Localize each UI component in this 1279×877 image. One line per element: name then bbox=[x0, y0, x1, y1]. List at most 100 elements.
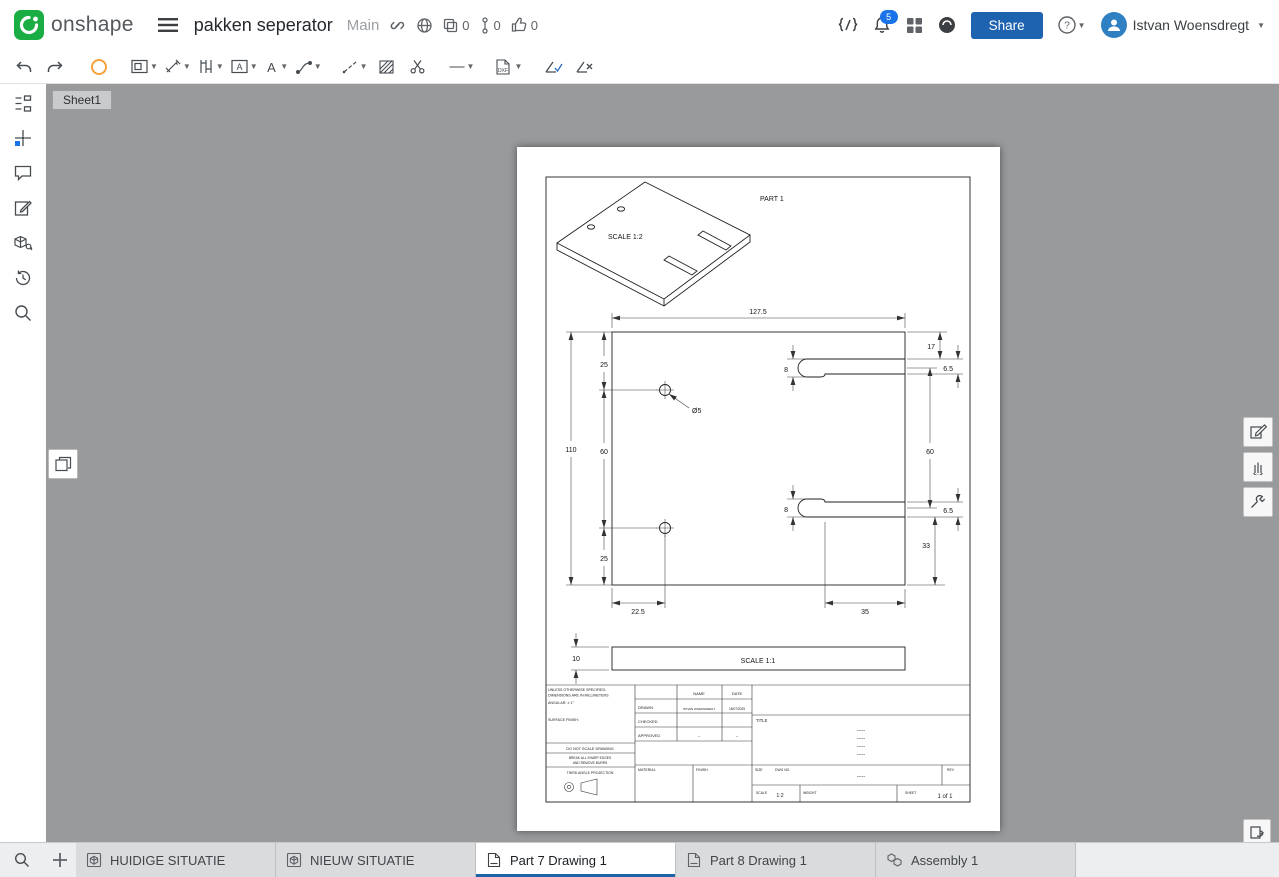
edit-sheet-button[interactable] bbox=[1243, 417, 1273, 447]
featurescript-icon[interactable] bbox=[838, 17, 858, 33]
versions-count: 0 bbox=[493, 17, 501, 33]
explore-button[interactable] bbox=[8, 300, 38, 326]
front-view[interactable] bbox=[611, 331, 906, 586]
ordinate-caret-icon: ▼ bbox=[215, 62, 224, 71]
leader-caret-icon: ▼ bbox=[313, 62, 322, 71]
tb-weight-label: WEIGHT bbox=[803, 791, 817, 795]
workspace-branch[interactable]: Main bbox=[347, 17, 380, 34]
tb-break2: AND REMOVE BURRS bbox=[573, 761, 608, 765]
tab-huidige-situatie[interactable]: HUIDIGE SITUATIE bbox=[76, 843, 276, 877]
drawing-canvas[interactable]: Sheet1 SCALE 1:2 PART 1 SCALE 1:1 127.5 … bbox=[46, 84, 1279, 842]
tab-assembly-1[interactable]: Assembly 1 bbox=[876, 843, 1076, 877]
top-bar: onshape pakken seperator Main 0 0 0 5 Sh… bbox=[0, 0, 1279, 50]
text-caret-icon: ▼ bbox=[280, 62, 289, 71]
tb-approved-label: APPROVED bbox=[638, 733, 660, 738]
extension-lines bbox=[566, 313, 963, 671]
copies-count: 0 bbox=[462, 17, 470, 33]
tb-scale-value: 1:2 bbox=[776, 793, 783, 799]
dim-slot-depth: 35 bbox=[861, 609, 869, 616]
dxf-caret-icon: ▼ bbox=[514, 62, 523, 71]
svg-text:A: A bbox=[267, 60, 276, 74]
tab-nieuw-situatie[interactable]: NIEUW SITUATIE bbox=[276, 843, 476, 877]
line-style-button[interactable]: — ▼ bbox=[448, 54, 477, 80]
onshape-logo-icon bbox=[14, 10, 44, 40]
insert-view-button[interactable]: ▼ bbox=[129, 54, 160, 80]
search-icon bbox=[14, 852, 29, 867]
dim-bottom-offset: 25 bbox=[600, 556, 608, 563]
plus-icon bbox=[53, 853, 67, 867]
likes-count: 0 bbox=[530, 17, 538, 33]
sheets-panel-button[interactable] bbox=[48, 449, 78, 479]
markup-button[interactable] bbox=[8, 195, 38, 221]
dxf-label: DXF bbox=[498, 68, 508, 74]
feature-list-button[interactable] bbox=[8, 90, 38, 116]
drawing-sheet[interactable]: SCALE 1:2 PART 1 SCALE 1:1 127.5 110 25 … bbox=[517, 147, 1000, 831]
dimension-labels[interactable]: 127.5 110 25 60 25 60 17 6.5 8 6.5 8 33 … bbox=[565, 309, 953, 663]
dimension-button[interactable]: ▼ bbox=[163, 54, 193, 80]
dim-hook-width-top: 8 bbox=[784, 367, 788, 374]
part-label[interactable]: PART 1 bbox=[760, 196, 784, 203]
configure-button[interactable] bbox=[1243, 487, 1273, 517]
sheet-navigator-button[interactable] bbox=[1243, 819, 1271, 842]
add-dimension-button[interactable] bbox=[8, 125, 38, 151]
user-menu-button[interactable]: Istvan Woensdregt ▼ bbox=[1100, 12, 1265, 38]
note-button[interactable]: A ▼ bbox=[229, 54, 260, 80]
help-menu-button[interactable]: ? ▼ bbox=[1057, 16, 1086, 34]
iso-scale-label[interactable]: SCALE 1:2 bbox=[608, 234, 643, 241]
history-button[interactable] bbox=[8, 265, 38, 291]
right-panel-buttons bbox=[1243, 417, 1273, 517]
share-button[interactable]: Share bbox=[970, 11, 1043, 39]
clear-measure-button[interactable] bbox=[571, 54, 599, 80]
tab-part-7-drawing-1[interactable]: Part 7 Drawing 1 bbox=[476, 843, 676, 877]
versions-counter[interactable]: 0 bbox=[480, 16, 501, 34]
tb-name-header: NAME bbox=[693, 691, 705, 696]
ordinate-dimension-button[interactable]: ▼ bbox=[196, 54, 226, 80]
tb-note3: ANGULAR: ± 1° bbox=[548, 701, 574, 705]
svg-text:A: A bbox=[236, 62, 242, 72]
export-dxf-button[interactable]: DXF ▼ bbox=[492, 54, 524, 80]
likes-counter[interactable]: 0 bbox=[511, 17, 538, 33]
drawing-toolbar: ▼ ▼ ▼ A ▼ A ▼ ▼ ▼ — ▼ DXF ▼ bbox=[0, 50, 1279, 84]
app-store-icon[interactable] bbox=[906, 17, 923, 34]
document-menu-icon[interactable] bbox=[157, 17, 178, 33]
dim-thickness: 10 bbox=[572, 656, 580, 663]
isometric-view[interactable]: SCALE 1:2 bbox=[556, 181, 751, 307]
tb-size-label: SIZE bbox=[755, 768, 763, 772]
onshape-logo[interactable]: onshape bbox=[14, 10, 134, 40]
centerline-button[interactable]: ▼ bbox=[340, 54, 370, 80]
add-tab-button[interactable] bbox=[44, 843, 76, 877]
tab-part-8-drawing-1[interactable]: Part 8 Drawing 1 bbox=[676, 843, 876, 877]
dimension-caret-icon: ▼ bbox=[182, 62, 191, 71]
tb-scale-label: SCALE bbox=[756, 791, 768, 795]
hatch-button[interactable] bbox=[373, 54, 401, 80]
parts-properties-button[interactable] bbox=[8, 230, 38, 256]
touch-mode-button[interactable] bbox=[1243, 452, 1273, 482]
learning-center-icon[interactable] bbox=[938, 16, 956, 34]
leader-button[interactable]: ▼ bbox=[294, 54, 324, 80]
tab-search-button[interactable] bbox=[0, 843, 44, 877]
document-title[interactable]: pakken seperator bbox=[194, 15, 333, 36]
update-ring-icon bbox=[91, 58, 107, 75]
measure-button[interactable] bbox=[540, 54, 568, 80]
side-view[interactable]: SCALE 1:1 bbox=[611, 646, 906, 671]
drawing-sheet-svg[interactable]: SCALE 1:2 PART 1 SCALE 1:1 127.5 110 25 … bbox=[517, 147, 1000, 831]
user-caret-icon: ▼ bbox=[1257, 20, 1265, 30]
notifications-button[interactable]: 5 bbox=[873, 10, 898, 34]
thumbs-up-icon bbox=[511, 17, 527, 32]
undo-button[interactable] bbox=[10, 54, 38, 80]
tb-projection: THIRD ANGLE PROJECTION bbox=[567, 771, 614, 775]
update-views-button[interactable] bbox=[85, 54, 113, 80]
text-button[interactable]: A ▼ bbox=[263, 54, 291, 80]
tb-dwg-value: ----- bbox=[857, 774, 866, 780]
user-avatar bbox=[1100, 12, 1127, 38]
front-scale-label[interactable]: SCALE 1:1 bbox=[741, 658, 776, 665]
copies-counter[interactable]: 0 bbox=[443, 17, 470, 33]
workspace: Sheet1 SCALE 1:2 PART 1 SCALE 1:1 127.5 … bbox=[0, 84, 1279, 842]
sheet-tab[interactable]: Sheet1 bbox=[52, 90, 113, 110]
redo-button[interactable] bbox=[41, 54, 69, 80]
public-globe-icon[interactable] bbox=[416, 17, 433, 34]
comments-button[interactable] bbox=[8, 160, 38, 186]
link-icon[interactable] bbox=[389, 17, 406, 34]
tb-title-value-4: ----- bbox=[857, 752, 866, 758]
trim-button[interactable] bbox=[404, 54, 432, 80]
